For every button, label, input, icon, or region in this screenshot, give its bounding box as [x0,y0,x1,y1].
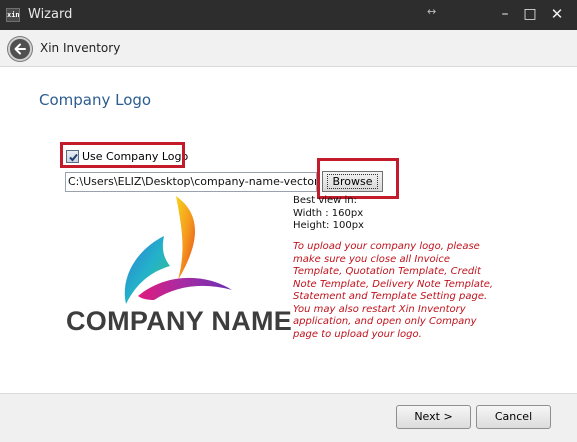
notice-line: To upload your company logo, please [293,241,480,252]
maximize-button[interactable]: □ [519,4,541,24]
minimize-button[interactable]: – [494,4,516,24]
app-icon: xin [6,8,20,22]
next-button[interactable]: Next > [396,405,471,429]
logo-company-name: COMPANY NAME [66,306,293,336]
highlight-box-browse [317,158,399,199]
notice-line: Template, Quotation Template, Credit [293,266,481,277]
window-title: Wizard [28,7,73,22]
notice-line: application, and open only Company [293,316,477,327]
close-button[interactable]: ✕ [546,4,568,24]
resize-arrows-icon: ↔ [427,5,437,18]
best-view-info: Best view in: Width : 160px Height: 100p… [293,195,364,233]
page-title: Company Logo [39,91,152,109]
best-view-width: Width : 160px [293,207,364,219]
title-bar: xin Wizard ↔ – □ ✕ [0,0,577,30]
best-view-height: Height: 100px [293,220,364,231]
upload-notice: To upload your company logo, please make… [293,241,498,341]
notice-line: Statement and Template Setting page. [293,291,488,302]
logo-path-field[interactable]: C:\Users\ELIZ\Desktop\company-name-vecto… [65,172,317,192]
back-button[interactable] [8,37,32,61]
notice-line: You may also restart Xin Inventory [293,303,466,315]
arrow-left-icon [14,43,26,55]
notice-line: make sure you close all Invoice [293,253,451,265]
highlight-box-checkbox [60,142,185,168]
best-view-heading: Best view in: [293,195,358,206]
notice-line: page to upload your logo. [293,328,422,340]
cancel-button[interactable]: Cancel [476,405,551,429]
app-name: Xin Inventory [40,41,121,55]
notice-line: Note Template, Delivery Note Template, [293,278,494,290]
